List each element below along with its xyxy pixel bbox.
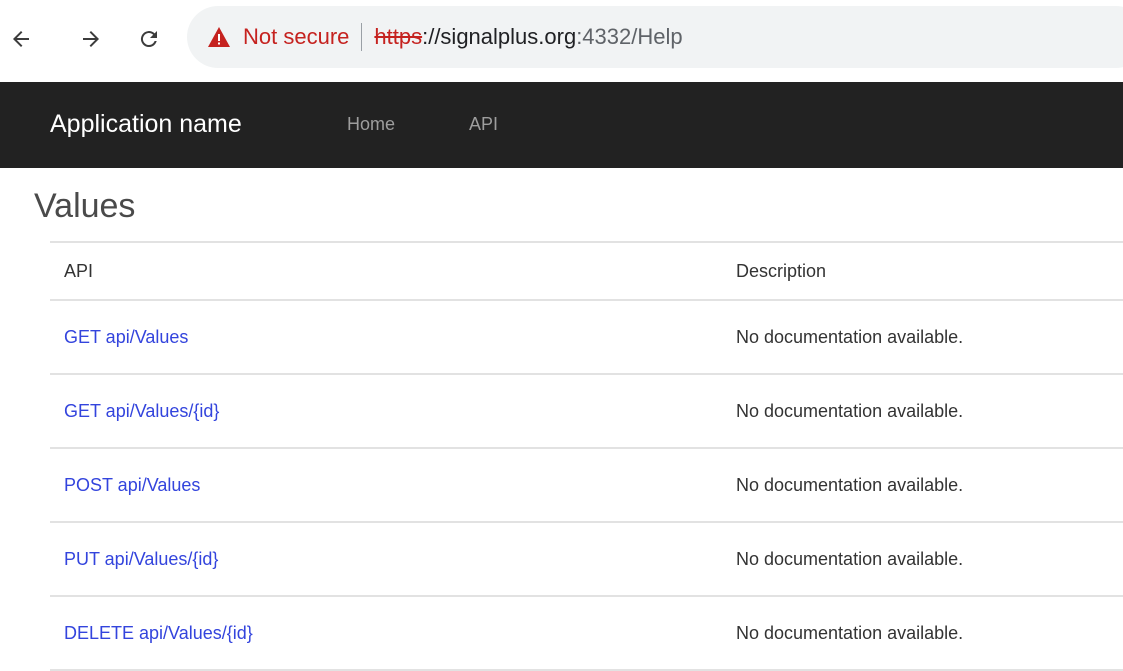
column-header-api: API xyxy=(64,261,94,281)
arrow-left-icon xyxy=(9,27,33,51)
url-port-path: :4332/Help xyxy=(576,24,683,49)
table-row: GET api/Values No documentation availabl… xyxy=(50,301,1123,375)
api-description: No documentation available. xyxy=(736,327,964,347)
api-endpoint-link[interactable]: DELETE api/Values/{id} xyxy=(64,622,253,644)
api-endpoint-link[interactable]: POST api/Values xyxy=(64,474,200,496)
nav-link-api[interactable]: API xyxy=(469,112,498,136)
table-row: POST api/Values No documentation availab… xyxy=(50,449,1123,523)
browser-toolbar: Not secure https://signalplus.org:4332/H… xyxy=(0,0,1123,77)
back-button[interactable] xyxy=(6,22,36,56)
url-scheme: https xyxy=(374,24,423,49)
api-endpoint-link[interactable]: GET api/Values xyxy=(64,326,188,348)
api-description: No documentation available. xyxy=(736,623,964,643)
nav-link-home[interactable]: Home xyxy=(347,112,395,136)
brand-link[interactable]: Application name xyxy=(50,109,242,139)
column-header-description: Description xyxy=(736,261,827,281)
url-host: ://signalplus.org xyxy=(422,24,577,49)
url-text[interactable]: https://signalplus.org:4332/Help xyxy=(374,24,682,50)
api-table: API Description GET api/Values No docume… xyxy=(50,241,1123,671)
api-endpoint-link[interactable]: GET api/Values/{id} xyxy=(64,400,219,422)
page-title: Values xyxy=(34,187,136,225)
forward-button[interactable] xyxy=(76,22,106,56)
reload-button[interactable] xyxy=(134,22,164,56)
arrow-right-icon xyxy=(79,27,103,51)
table-row: DELETE api/Values/{id} No documentation … xyxy=(50,597,1123,671)
security-status-label[interactable]: Not secure xyxy=(243,24,349,50)
api-description: No documentation available. xyxy=(736,475,964,495)
reload-icon xyxy=(137,27,161,51)
api-description: No documentation available. xyxy=(736,401,964,421)
omnibox-divider xyxy=(361,23,363,51)
api-description: No documentation available. xyxy=(736,549,964,569)
table-header-row: API Description xyxy=(50,243,1123,301)
table-row: PUT api/Values/{id} No documentation ava… xyxy=(50,523,1123,597)
address-bar[interactable]: Not secure https://signalplus.org:4332/H… xyxy=(187,6,1123,68)
table-row: GET api/Values/{id} No documentation ava… xyxy=(50,375,1123,449)
warning-icon[interactable] xyxy=(205,23,233,51)
app-navbar: Application name Home API xyxy=(0,82,1123,168)
api-endpoint-link[interactable]: PUT api/Values/{id} xyxy=(64,548,218,570)
